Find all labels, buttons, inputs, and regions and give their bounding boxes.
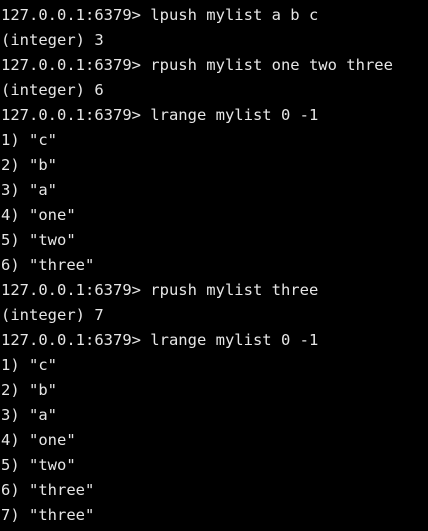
list-item: 5) "two" bbox=[1, 231, 76, 249]
list-item: 4) "one" bbox=[1, 206, 76, 224]
list-item: 3) "a" bbox=[1, 406, 57, 424]
list-item: 6) "three" bbox=[1, 481, 95, 499]
terminal-output[interactable]: 127.0.0.1:6379> lpush mylist a b c (inte… bbox=[0, 0, 428, 531]
list-item: 7) "three" bbox=[1, 506, 95, 524]
list-item: 2) "b" bbox=[1, 381, 57, 399]
list-item: 3) "a" bbox=[1, 181, 57, 199]
list-item: 6) "three" bbox=[1, 256, 95, 274]
list-item: 2) "b" bbox=[1, 156, 57, 174]
command-line-rpush: 127.0.0.1:6379> rpush mylist three bbox=[1, 281, 319, 299]
command-line-lrange: 127.0.0.1:6379> lrange mylist 0 -1 bbox=[1, 331, 319, 349]
list-item: 1) "c" bbox=[1, 131, 57, 149]
list-item: 4) "one" bbox=[1, 431, 76, 449]
command-line-lrange: 127.0.0.1:6379> lrange mylist 0 -1 bbox=[1, 106, 319, 124]
command-line-rpush: 127.0.0.1:6379> rpush mylist one two thr… bbox=[1, 56, 393, 74]
reply-integer: (integer) 7 bbox=[1, 306, 104, 324]
list-item: 1) "c" bbox=[1, 356, 57, 374]
command-line-lpush: 127.0.0.1:6379> lpush mylist a b c bbox=[1, 6, 319, 24]
reply-integer: (integer) 6 bbox=[1, 81, 104, 99]
list-item: 5) "two" bbox=[1, 456, 76, 474]
reply-integer: (integer) 3 bbox=[1, 31, 104, 49]
